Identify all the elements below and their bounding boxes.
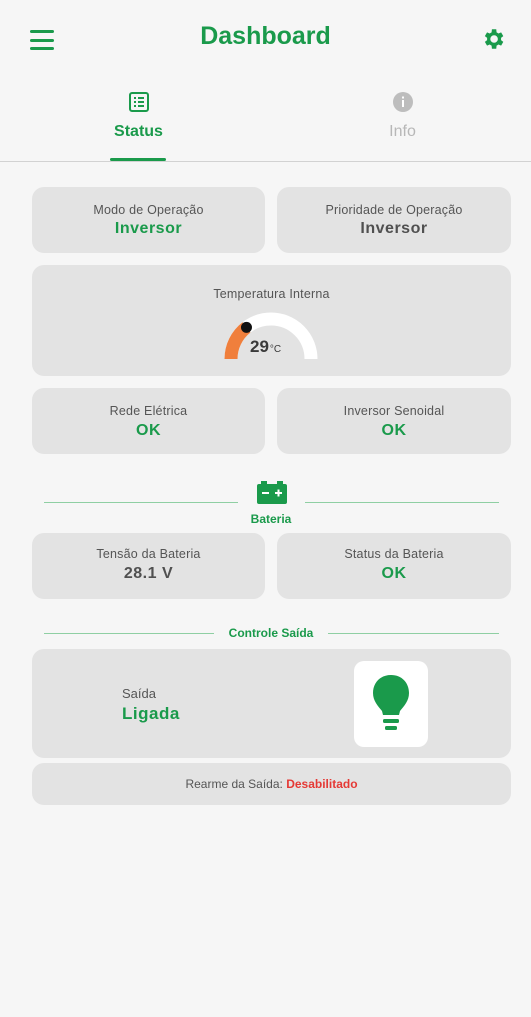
tab-status[interactable]: Status <box>6 78 271 162</box>
output-rearm-row: Rearme da Saída: Desabilitado <box>32 777 511 791</box>
grid-value: OK <box>136 422 161 439</box>
output-value: Ligada <box>122 704 180 723</box>
battery-icon <box>257 481 287 504</box>
output-card: Saída Ligada <box>32 649 511 758</box>
gear-icon[interactable] <box>480 26 506 52</box>
lightbulb-icon <box>373 675 409 730</box>
operation-mode-card: Modo de Operação Inversor <box>32 187 265 253</box>
gauge-knob <box>240 321 252 333</box>
temperature-value-wrap: 29°C <box>250 337 281 357</box>
operation-priority-card: Prioridade de Operação Inversor <box>277 187 511 253</box>
output-label: Saída <box>122 686 156 701</box>
inverter-value: OK <box>381 422 407 439</box>
list-icon <box>128 92 149 112</box>
grid-label: Rede Elétrica <box>109 404 188 418</box>
output-rearm-card: Rearme da Saída: Desabilitado <box>32 763 511 805</box>
battery-section-title: Bateria <box>250 512 292 526</box>
output-toggle-button[interactable] <box>354 661 428 747</box>
temperature-card: Temperatura Interna 29°C <box>32 265 511 376</box>
temperature-value: 29 <box>250 337 269 356</box>
battery-voltage-value: 28.1 V <box>123 565 174 582</box>
tab-info[interactable]: Info <box>270 78 531 162</box>
section-divider <box>328 633 499 634</box>
operation-mode-value: Inversor <box>114 220 183 237</box>
temperature-unit: °C <box>269 344 282 355</box>
section-divider <box>44 633 214 634</box>
temperature-label: Temperatura Interna <box>213 287 330 301</box>
operation-mode-label: Modo de Operação <box>93 203 204 217</box>
divider <box>0 161 531 162</box>
grid-card: Rede Elétrica OK <box>32 388 265 454</box>
section-divider <box>44 502 238 503</box>
operation-priority-label: Prioridade de Operação <box>325 203 463 217</box>
output-section-title: Controle Saída <box>228 626 314 640</box>
operation-priority-value: Inversor <box>360 220 428 237</box>
battery-voltage-card: Tensão da Bateria 28.1 V <box>32 533 265 599</box>
page-title: Dashboard <box>200 22 331 50</box>
battery-status-label: Status da Bateria <box>344 547 444 561</box>
battery-voltage-label: Tensão da Bateria <box>96 547 201 561</box>
tab-bar: Status Info <box>0 78 531 162</box>
battery-status-card: Status da Bateria OK <box>277 533 511 599</box>
tab-status-label: Status <box>114 123 163 140</box>
output-rearm-label: Rearme da Saída: <box>185 777 283 791</box>
battery-status-value: OK <box>381 565 407 582</box>
app-header: Dashboard <box>0 0 531 78</box>
inverter-label: Inversor Senoidal <box>343 404 445 418</box>
output-rearm-value: Desabilitado <box>286 777 358 791</box>
tab-info-label: Info <box>389 123 416 140</box>
section-divider <box>305 502 499 503</box>
info-icon <box>392 92 413 112</box>
inverter-card: Inversor Senoidal OK <box>277 388 511 454</box>
